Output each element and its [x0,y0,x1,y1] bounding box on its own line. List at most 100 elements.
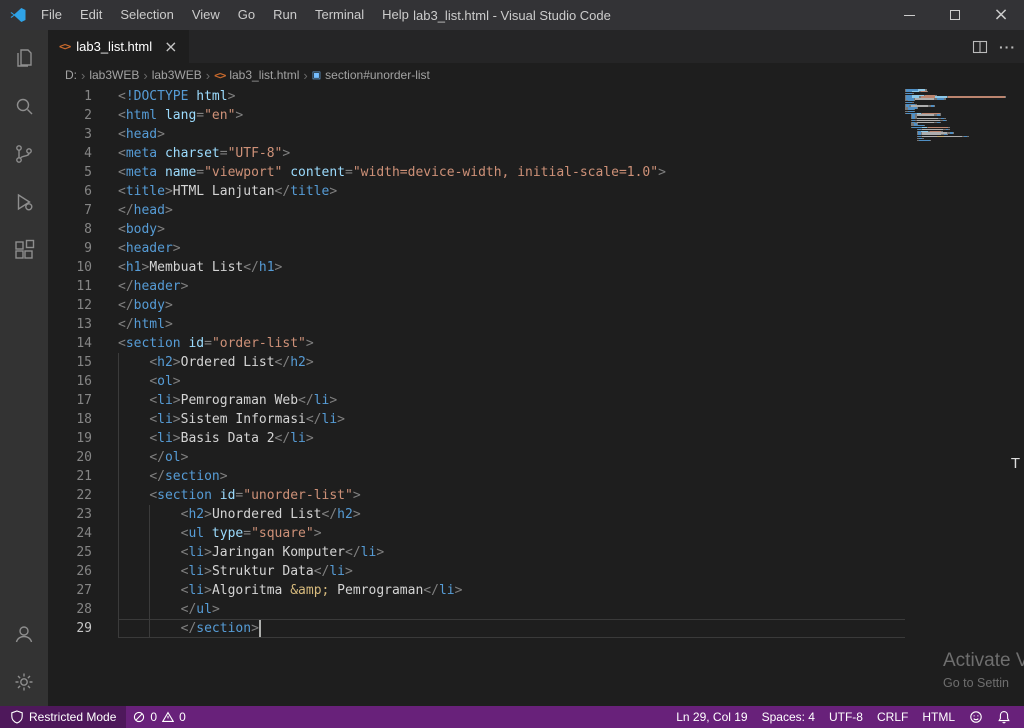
problems-status[interactable]: 0 0 [126,706,192,728]
code-text: <!DOCTYPE html> [118,89,236,104]
breadcrumb-item[interactable]: <> lab3_list.html [213,68,300,82]
code-line[interactable]: 14 <section id="order-list"> [48,334,905,353]
editor-actions: ··· [971,30,1024,63]
line-number: 11 [76,279,92,294]
code-line[interactable]: 10 <h1>Membuat List</h1> [48,258,905,277]
code-text: <li>Basis Data 2</li> [118,429,905,448]
code-text: </head> [118,203,173,218]
code-line[interactable]: 6 <title>HTML Lanjutan</title> [48,182,905,201]
accounts-button[interactable] [0,610,48,658]
line-number: 15 [76,355,92,370]
html-file-icon: <> [59,40,71,53]
menu-run[interactable]: Run [264,0,306,30]
breadcrumb-item[interactable]: ▣ section#unorder-list [311,68,431,82]
code-line[interactable]: 19 <li>Basis Data 2</li> [48,429,905,448]
line-number: 16 [76,374,92,389]
maximize-button[interactable] [932,0,978,30]
code-line[interactable]: 25 <li>Jaringan Komputer</li> [48,543,905,562]
bell-icon [998,711,1010,724]
minimap[interactable] [905,89,1012,141]
menu-help[interactable]: Help [373,0,418,30]
stray-glyph: T [1010,455,1020,472]
line-number: 5 [84,165,92,180]
run-and-debug-button[interactable] [0,178,48,226]
tab-lab3-list-html[interactable]: <> lab3_list.html × [48,30,189,63]
indent-guide [118,600,119,619]
line-number: 1 [84,89,92,104]
status-cursor-position[interactable]: Ln 29, Col 19 [669,706,754,728]
code-lines: 1 <!DOCTYPE html> 2 <html lang="en"> 3 <head>… [48,87,905,638]
close-button[interactable]: × [978,0,1024,30]
line-number: 2 [84,108,92,123]
tab-label: lab3_list.html [76,39,153,54]
indent-guide [118,353,119,372]
notifications-button[interactable] [990,706,1018,728]
minimize-button[interactable] [886,0,932,30]
code-text: <section id="unorder-list"> [118,486,905,505]
code-text: </ul> [118,600,905,619]
code-line[interactable]: 3 <head> [48,125,905,144]
split-editor-button[interactable] [971,38,989,56]
code-line[interactable]: 20 </ol> [48,448,905,467]
code-line[interactable]: 22 <section id="unorder-list"> [48,486,905,505]
code-line[interactable]: 29 </section> [48,619,905,638]
feedback-button[interactable] [962,706,990,728]
breadcrumb-item[interactable]: lab3WEB [151,68,203,82]
code-line[interactable]: 1 <!DOCTYPE html> [48,87,905,106]
breadcrumb-item[interactable]: D: [64,68,78,82]
code-line[interactable]: 27 <li>Algoritma &amp; Pemrograman</li> [48,581,905,600]
status-eol[interactable]: CRLF [870,706,915,728]
search-button[interactable] [0,82,48,130]
breadcrumb-item[interactable]: lab3WEB [88,68,140,82]
indent-guide [118,372,119,391]
tab-bar: <> lab3_list.html × ··· [48,30,1024,63]
more-actions-button[interactable]: ··· [999,39,1016,55]
code-line[interactable]: 5 <meta name="viewport" content="width=de… [48,163,905,182]
indent-guide [118,619,119,638]
menu-file[interactable]: File [32,0,71,30]
status-encoding[interactable]: UTF-8 [822,706,870,728]
restricted-mode-badge[interactable]: Restricted Mode [0,706,127,728]
status-language-mode[interactable]: HTML [915,706,962,728]
extensions-button[interactable] [0,226,48,274]
menu-go[interactable]: Go [229,0,264,30]
code-line[interactable]: 8 <body> [48,220,905,239]
code-line[interactable]: 15 <h2>Ordered List</h2> [48,353,905,372]
code-line[interactable]: 13 </html> [48,315,905,334]
code-line[interactable]: 26 <li>Struktur Data</li> [48,562,905,581]
code-line[interactable]: 11 </header> [48,277,905,296]
code-line[interactable]: 4 <meta charset="UTF-8"> [48,144,905,163]
extensions-icon [15,239,35,259]
code-line[interactable]: 23 <h2>Unordered List</h2> [48,505,905,524]
code-line[interactable]: 24 <ul type="square"> [48,524,905,543]
menu-edit[interactable]: Edit [71,0,111,30]
code-line[interactable]: 12 </body> [48,296,905,315]
menu-view[interactable]: View [183,0,229,30]
code-line[interactable]: 9 <header> [48,239,905,258]
breadcrumb-label: lab3WEB [89,68,140,82]
error-icon [134,711,145,723]
line-number: 14 [76,336,92,351]
code-line[interactable]: 28 </ul> [48,600,905,619]
code-line[interactable]: 2 <html lang="en"> [48,106,905,125]
menu-selection[interactable]: Selection [111,0,182,30]
explorer-button[interactable] [0,34,48,82]
breadcrumb-separator-icon: › [303,67,308,83]
line-number: 4 [84,146,92,161]
vscode-window: File Edit Selection View Go Run Terminal Help l… [0,0,1024,728]
code-line[interactable]: 21 </section> [48,467,905,486]
breadcrumb-label: section#unorder-list [325,68,430,82]
status-indentation[interactable]: Spaces: 4 [755,706,822,728]
code-text: </section> [118,467,905,486]
tab-close-icon[interactable]: × [164,38,177,55]
settings-button[interactable] [0,658,48,706]
code-line[interactable]: 7 </head> [48,201,905,220]
files-icon [17,49,32,67]
menu-terminal[interactable]: Terminal [306,0,373,30]
code-line[interactable]: 16 <ol> [48,372,905,391]
code-text: <header> [118,241,181,256]
source-control-button[interactable] [0,130,48,178]
code-line[interactable]: 18 <li>Sistem Informasi</li> [48,410,905,429]
indent-guide [149,581,151,600]
code-line[interactable]: 17 <li>Pemrograman Web</li> [48,391,905,410]
